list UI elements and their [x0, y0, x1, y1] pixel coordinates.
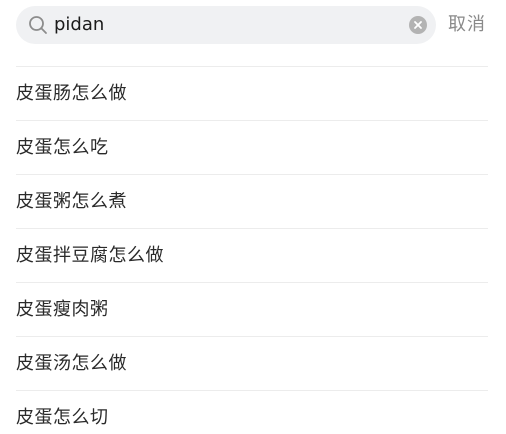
- cancel-button[interactable]: 取消: [448, 6, 486, 44]
- search-screen: pidan 取消 皮蛋肠怎么做 皮蛋怎么吃 皮蛋粥怎么煮 皮蛋拌豆腐怎么做 皮蛋…: [0, 0, 506, 434]
- suggestion-item[interactable]: 皮蛋怎么吃: [16, 121, 488, 175]
- suggestion-item[interactable]: 皮蛋汤怎么做: [16, 337, 488, 391]
- suggestion-item[interactable]: 皮蛋怎么切: [16, 391, 488, 434]
- clear-icon[interactable]: [409, 16, 427, 34]
- suggestion-list: 皮蛋肠怎么做 皮蛋怎么吃 皮蛋粥怎么煮 皮蛋拌豆腐怎么做 皮蛋瘦肉粥 皮蛋汤怎么…: [16, 66, 488, 434]
- suggestion-item[interactable]: 皮蛋瘦肉粥: [16, 283, 488, 337]
- search-input[interactable]: pidan: [54, 6, 384, 44]
- suggestion-item[interactable]: 皮蛋粥怎么煮: [16, 175, 488, 229]
- suggestion-item[interactable]: 皮蛋拌豆腐怎么做: [16, 229, 488, 283]
- search-bar[interactable]: pidan: [16, 6, 436, 44]
- search-icon: [28, 15, 48, 35]
- suggestion-item[interactable]: 皮蛋肠怎么做: [16, 67, 488, 121]
